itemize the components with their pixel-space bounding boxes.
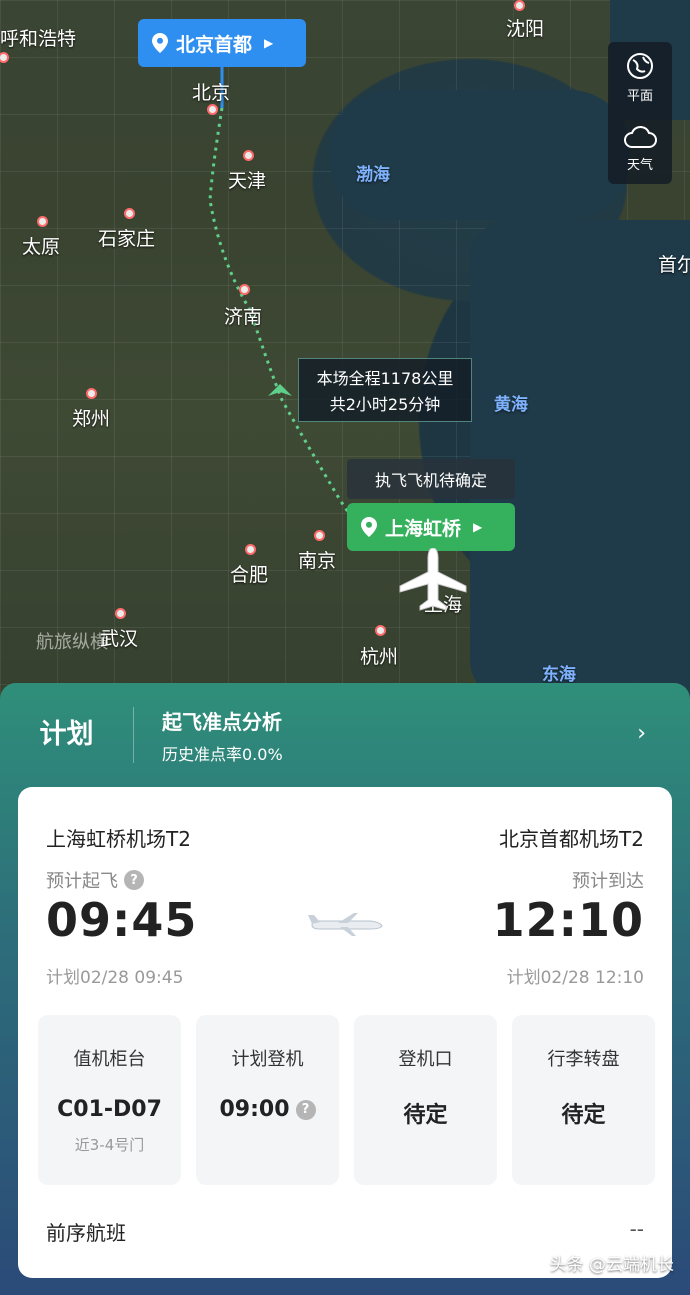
chevron-right-icon: › bbox=[637, 721, 646, 746]
city-dot bbox=[239, 284, 250, 295]
boarding-time-box[interactable]: 计划登机 09:00 ? bbox=[196, 1015, 339, 1185]
checkin-counter-label: 值机柜台 bbox=[73, 1049, 146, 1070]
map-controls: 平面 天气 bbox=[608, 42, 672, 184]
origin-pin-label: 北京首都 bbox=[176, 33, 253, 56]
baggage-carousel-box[interactable]: 行李转盘 待定 bbox=[512, 1015, 655, 1185]
destination-airport-pin[interactable]: 上海虹桥 ▶ bbox=[347, 503, 515, 551]
city-label: 郑州 bbox=[72, 408, 111, 430]
boarding-time-label: 计划登机 bbox=[231, 1049, 304, 1070]
aircraft-pending-tag: 执飞飞机待确定 bbox=[347, 459, 515, 499]
estimated-departure-label: 预计起飞 ? bbox=[46, 867, 144, 893]
checkin-counter-value: C01-D07 bbox=[57, 1097, 162, 1122]
plan-bar[interactable]: 计划 起飞准点分析 历史准点率0.0% › bbox=[0, 683, 690, 787]
route-distance: 本场全程1178公里 bbox=[316, 369, 454, 388]
city-dot bbox=[86, 388, 97, 399]
arrival-time: 12:10 bbox=[492, 893, 644, 947]
city-dot bbox=[245, 544, 256, 555]
city-label: 杭州 bbox=[360, 646, 399, 668]
arrival-airport: 北京首都机场T2 bbox=[499, 827, 644, 851]
planned-departure: 计划02/28 09:45 bbox=[46, 968, 184, 988]
weather-label: 天气 bbox=[626, 158, 653, 173]
sea-label: 东海 bbox=[542, 665, 576, 685]
city-label: 石家庄 bbox=[98, 228, 156, 250]
weather-button[interactable]: 天气 bbox=[623, 113, 657, 184]
city-dot bbox=[124, 208, 135, 219]
city-label: 太原 bbox=[22, 236, 61, 258]
city-dot bbox=[115, 608, 126, 619]
baggage-carousel-value: 待定 bbox=[561, 1103, 606, 1128]
city-label: 沈阳 bbox=[506, 18, 545, 40]
boarding-time-value: 09:00 bbox=[219, 1097, 290, 1122]
sea-label: 渤海 bbox=[356, 165, 390, 185]
flight-map[interactable]: 呼和浩特 沈阳 北京 天津 石家庄 太原 济南 郑州 合肥 南京 上海 杭州 武… bbox=[0, 0, 690, 700]
city-label: 北京 bbox=[192, 82, 231, 104]
city-label: 呼和浩特 bbox=[0, 28, 77, 50]
city-dot bbox=[243, 150, 254, 161]
route-duration: 共2小时25分钟 bbox=[329, 395, 441, 414]
route-info-box: 本场全程1178公里 共2小时25分钟 bbox=[298, 358, 472, 422]
plan-title: 计划 bbox=[0, 707, 134, 763]
baggage-carousel-label: 行李转盘 bbox=[547, 1049, 620, 1070]
checkin-counter-sub: 近3-4号门 bbox=[74, 1136, 145, 1154]
globe-icon bbox=[627, 53, 653, 79]
gate-label: 登机口 bbox=[398, 1049, 453, 1070]
chevron-right-icon: ▶ bbox=[473, 520, 483, 534]
flight-detail-panel: 计划 起飞准点分析 历史准点率0.0% › 上海虹桥机场T2 北京首都机场T2 … bbox=[0, 683, 690, 1295]
previous-flight-label: 前序航班 bbox=[46, 1221, 126, 1245]
destination-pin-label: 上海虹桥 bbox=[385, 517, 462, 540]
gate-value: 待定 bbox=[403, 1103, 448, 1128]
city-dot bbox=[314, 530, 325, 541]
planned-arrival: 计划02/28 12:10 bbox=[506, 968, 644, 988]
city-label: 济南 bbox=[224, 306, 263, 328]
small-plane-icon bbox=[268, 384, 292, 396]
city-label: 合肥 bbox=[230, 564, 269, 586]
departure-airport: 上海虹桥机场T2 bbox=[46, 827, 191, 851]
city-dot bbox=[375, 625, 386, 636]
boarding-time-value-wrap: 09:00 ? bbox=[219, 1097, 316, 1122]
punctuality-rate: 历史准点率0.0% bbox=[162, 744, 283, 764]
punctuality-title: 起飞准点分析 bbox=[162, 709, 282, 734]
departure-time: 09:45 bbox=[46, 893, 198, 947]
cloud-icon bbox=[624, 126, 657, 148]
help-icon[interactable]: ? bbox=[124, 870, 144, 890]
origin-airport-pin[interactable]: 北京首都 ▶ bbox=[138, 19, 306, 67]
estimated-departure-text: 预计起飞 bbox=[46, 871, 118, 892]
city-dot bbox=[514, 0, 525, 11]
city-dot bbox=[37, 216, 48, 227]
estimated-arrival-label: 预计到达 bbox=[572, 871, 644, 892]
flight-info-card: 上海虹桥机场T2 北京首都机场T2 预计起飞 ? 预计到达 09:45 12:1… bbox=[18, 787, 672, 1278]
city-label: 首尔 bbox=[658, 254, 690, 276]
airplane-icon bbox=[399, 548, 467, 611]
aircraft-side-icon bbox=[308, 913, 383, 936]
punctuality-analysis: 起飞准点分析 历史准点率0.0% bbox=[134, 706, 283, 765]
city-label: 天津 bbox=[228, 170, 267, 192]
flight-route-line bbox=[208, 60, 362, 531]
checkin-counter-box[interactable]: 值机柜台 C01-D07 近3-4号门 bbox=[38, 1015, 181, 1185]
sea-label: 黄海 bbox=[494, 395, 528, 415]
map-mode-flat-label: 平面 bbox=[626, 89, 653, 104]
location-pin-icon bbox=[152, 33, 168, 53]
info-boxes: 值机柜台 C01-D07 近3-4号门 计划登机 09:00 ? 登机口 待定 … bbox=[38, 1015, 655, 1185]
city-dot bbox=[207, 104, 218, 115]
source-watermark: 头条 @云端机长 bbox=[549, 1255, 674, 1275]
help-icon[interactable]: ? bbox=[295, 1099, 316, 1120]
map-watermark: 航旅纵横 bbox=[36, 632, 108, 653]
location-pin-icon bbox=[361, 517, 377, 537]
chevron-right-icon: ▶ bbox=[264, 36, 274, 50]
gate-box[interactable]: 登机口 待定 bbox=[354, 1015, 497, 1185]
map-mode-flat-button[interactable]: 平面 bbox=[625, 42, 655, 113]
previous-flight-value: -- bbox=[629, 1217, 644, 1241]
city-label: 南京 bbox=[298, 550, 337, 572]
